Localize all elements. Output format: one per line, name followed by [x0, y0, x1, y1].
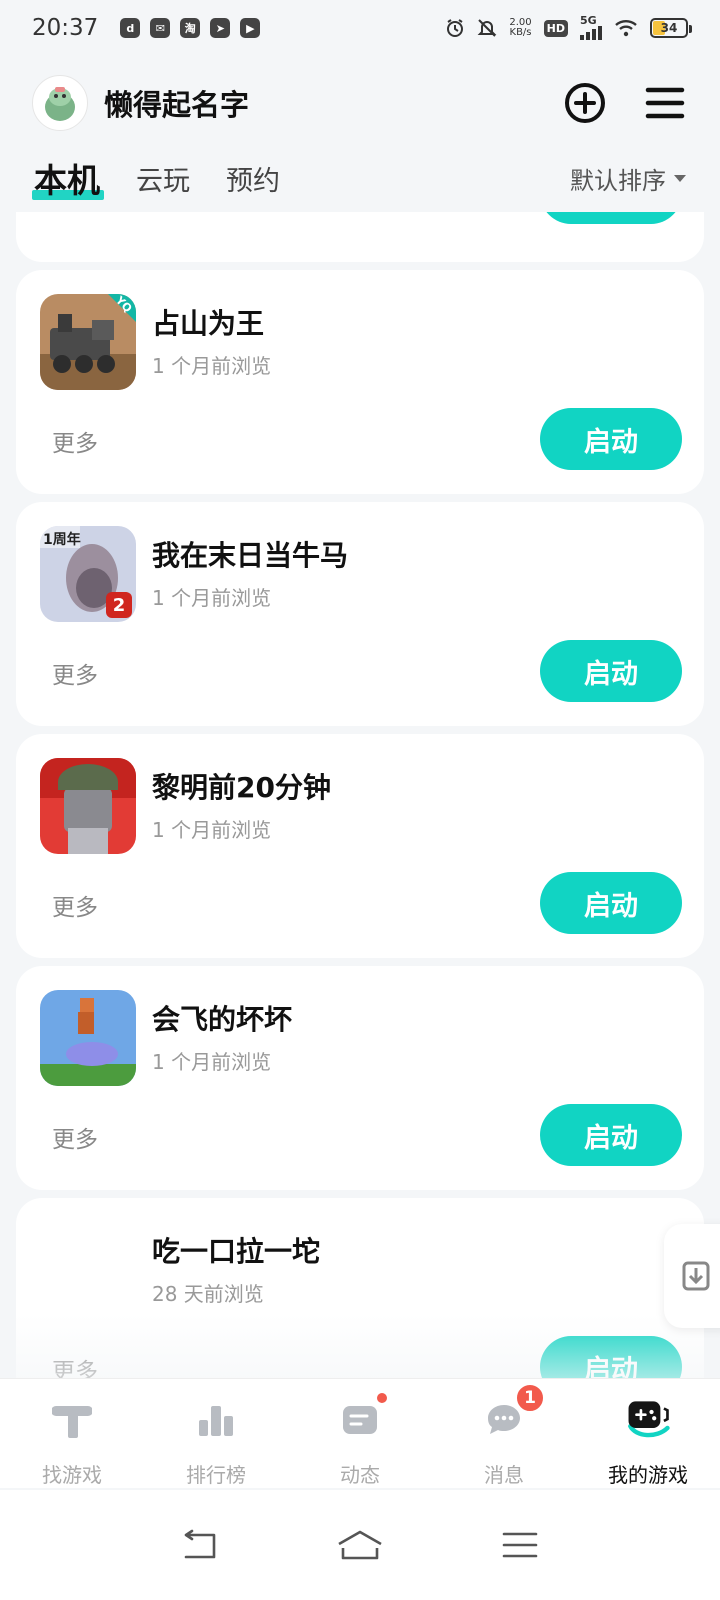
status-left: 20:37 d ✉ 淘 ➤ ▶ [32, 15, 261, 41]
game-list[interactable]: 更多 打开 YQ 占山为王 1 个月前浏览 更多 启动 [0, 212, 720, 1404]
game-title: 吃一口拉一坨 [152, 1235, 321, 1268]
game-icon: 1周年 2 [40, 526, 136, 622]
nav-messages[interactable]: 1 消息 [432, 1379, 576, 1488]
game-title: 黎明前20分钟 [152, 771, 331, 804]
status-time: 20:37 [32, 15, 99, 41]
more-link[interactable]: 更多 [52, 424, 98, 458]
battery-icon: 34 [650, 18, 692, 38]
game-icon-anniversary: 1周年 [43, 532, 81, 548]
game-title: 我在末日当牛马 [152, 539, 349, 572]
my-games-icon [625, 1397, 671, 1443]
game-card[interactable]: 会飞的坏坏 1 个月前浏览 更多 启动 [16, 966, 704, 1190]
alarm-icon [445, 18, 465, 38]
launch-button[interactable]: 启动 [540, 872, 682, 934]
signal-icon: 5G [580, 14, 602, 40]
game-icon-number: 2 [106, 592, 132, 618]
system-back-button[interactable] [176, 1525, 224, 1565]
message-icon: 1 [481, 1383, 545, 1443]
find-game-icon [49, 1397, 95, 1443]
game-title: 会飞的坏坏 [152, 1003, 293, 1036]
tab-cloud-play[interactable]: 云玩 [136, 159, 190, 198]
nav-label: 排行榜 [186, 1463, 246, 1487]
nav-my-games[interactable]: 我的游戏 [576, 1379, 720, 1488]
game-last-viewed: 1 个月前浏览 [152, 818, 272, 842]
wifi-icon [614, 19, 638, 37]
tab-bar: 本机 云玩 预约 默认排序 [0, 150, 720, 206]
status-right: 2.00 KB/s HD 5G 34 [445, 14, 692, 40]
launch-button[interactable]: 启动 [540, 408, 682, 470]
tab-reservation[interactable]: 预约 [226, 159, 280, 198]
network-speed-unit: KB/s [509, 27, 532, 38]
telegram-notification-icon: ➤ [210, 18, 231, 38]
feed-icon [337, 1391, 389, 1443]
recents-menu-icon [502, 1532, 538, 1558]
avatar-image [45, 87, 75, 121]
add-button[interactable] [562, 80, 608, 126]
game-last-viewed: 28 天前浏览 [152, 1282, 264, 1306]
sort-label: 默认排序 [570, 166, 666, 195]
hd-badge: HD [543, 19, 568, 37]
game-icon: YQ [40, 294, 136, 390]
status-bar: 20:37 d ✉ 淘 ➤ ▶ 2.00 KB/s HD 5G 34 [0, 0, 720, 56]
sort-dropdown[interactable]: 默认排序 [570, 161, 686, 196]
header: 懒得起名字 [0, 68, 720, 138]
message-count-badge: 1 [515, 1383, 545, 1413]
tiktok-notification-icon: d [120, 18, 141, 38]
hamburger-menu-icon [645, 87, 685, 119]
plus-circle-icon [565, 83, 605, 123]
tab-local[interactable]: 本机 [32, 154, 104, 202]
nav-find-game[interactable]: 找游戏 [0, 1379, 144, 1488]
game-icon-placeholder [40, 1222, 136, 1318]
nav-label: 消息 [484, 1463, 524, 1487]
system-recents-button[interactable] [496, 1525, 544, 1565]
game-last-viewed: 1 个月前浏览 [152, 354, 272, 378]
nav-ranking[interactable]: 排行榜 [144, 1379, 288, 1488]
launch-button[interactable]: 启动 [540, 640, 682, 702]
game-icon [40, 990, 136, 1086]
mute-bell-icon [477, 18, 497, 38]
more-link[interactable]: 更多 [52, 1120, 98, 1154]
bottom-nav: 找游戏 排行榜 动态 1 消息 我的游戏 [0, 1378, 720, 1488]
game-card[interactable]: 1周年 2 我在末日当牛马 1 个月前浏览 更多 启动 [16, 502, 704, 726]
more-link[interactable]: 更多 [52, 656, 98, 690]
game-card[interactable]: 黎明前20分钟 1 个月前浏览 更多 启动 [16, 734, 704, 958]
game-icon [40, 758, 136, 854]
home-icon [338, 1530, 382, 1560]
video-notification-icon: ▶ [240, 18, 261, 38]
username[interactable]: 懒得起名字 [104, 82, 528, 124]
game-card[interactable]: YQ 占山为王 1 个月前浏览 更多 启动 [16, 270, 704, 494]
floating-download-button[interactable] [664, 1224, 720, 1328]
launch-button[interactable]: 启动 [540, 1104, 682, 1166]
open-button[interactable]: 打开 [540, 212, 682, 224]
game-last-viewed: 1 个月前浏览 [152, 1050, 272, 1074]
mail-notification-icon: ✉ [150, 18, 171, 38]
game-card: 更多 打开 [16, 212, 704, 262]
avatar[interactable] [32, 75, 88, 131]
ranking-icon [193, 1397, 239, 1443]
nav-label: 动态 [340, 1463, 380, 1487]
nav-feed[interactable]: 动态 [288, 1379, 432, 1488]
nav-label: 我的游戏 [608, 1463, 688, 1487]
system-nav-bar [0, 1490, 720, 1600]
more-link[interactable]: 更多 [52, 888, 98, 922]
nav-label: 找游戏 [42, 1463, 102, 1487]
system-home-button[interactable] [336, 1525, 384, 1565]
feed-dot-badge [375, 1391, 389, 1405]
network-type: 5G [580, 14, 597, 27]
download-icon [682, 1261, 710, 1291]
game-title: 占山为王 [152, 307, 265, 340]
game-last-viewed: 1 个月前浏览 [152, 586, 272, 610]
network-speed: 2.00 KB/s [509, 18, 531, 38]
menu-button[interactable] [642, 80, 688, 126]
caret-down-icon [674, 174, 686, 182]
battery-level: 34 [660, 21, 678, 35]
taobao-notification-icon: 淘 [180, 18, 201, 38]
back-icon [184, 1529, 216, 1559]
